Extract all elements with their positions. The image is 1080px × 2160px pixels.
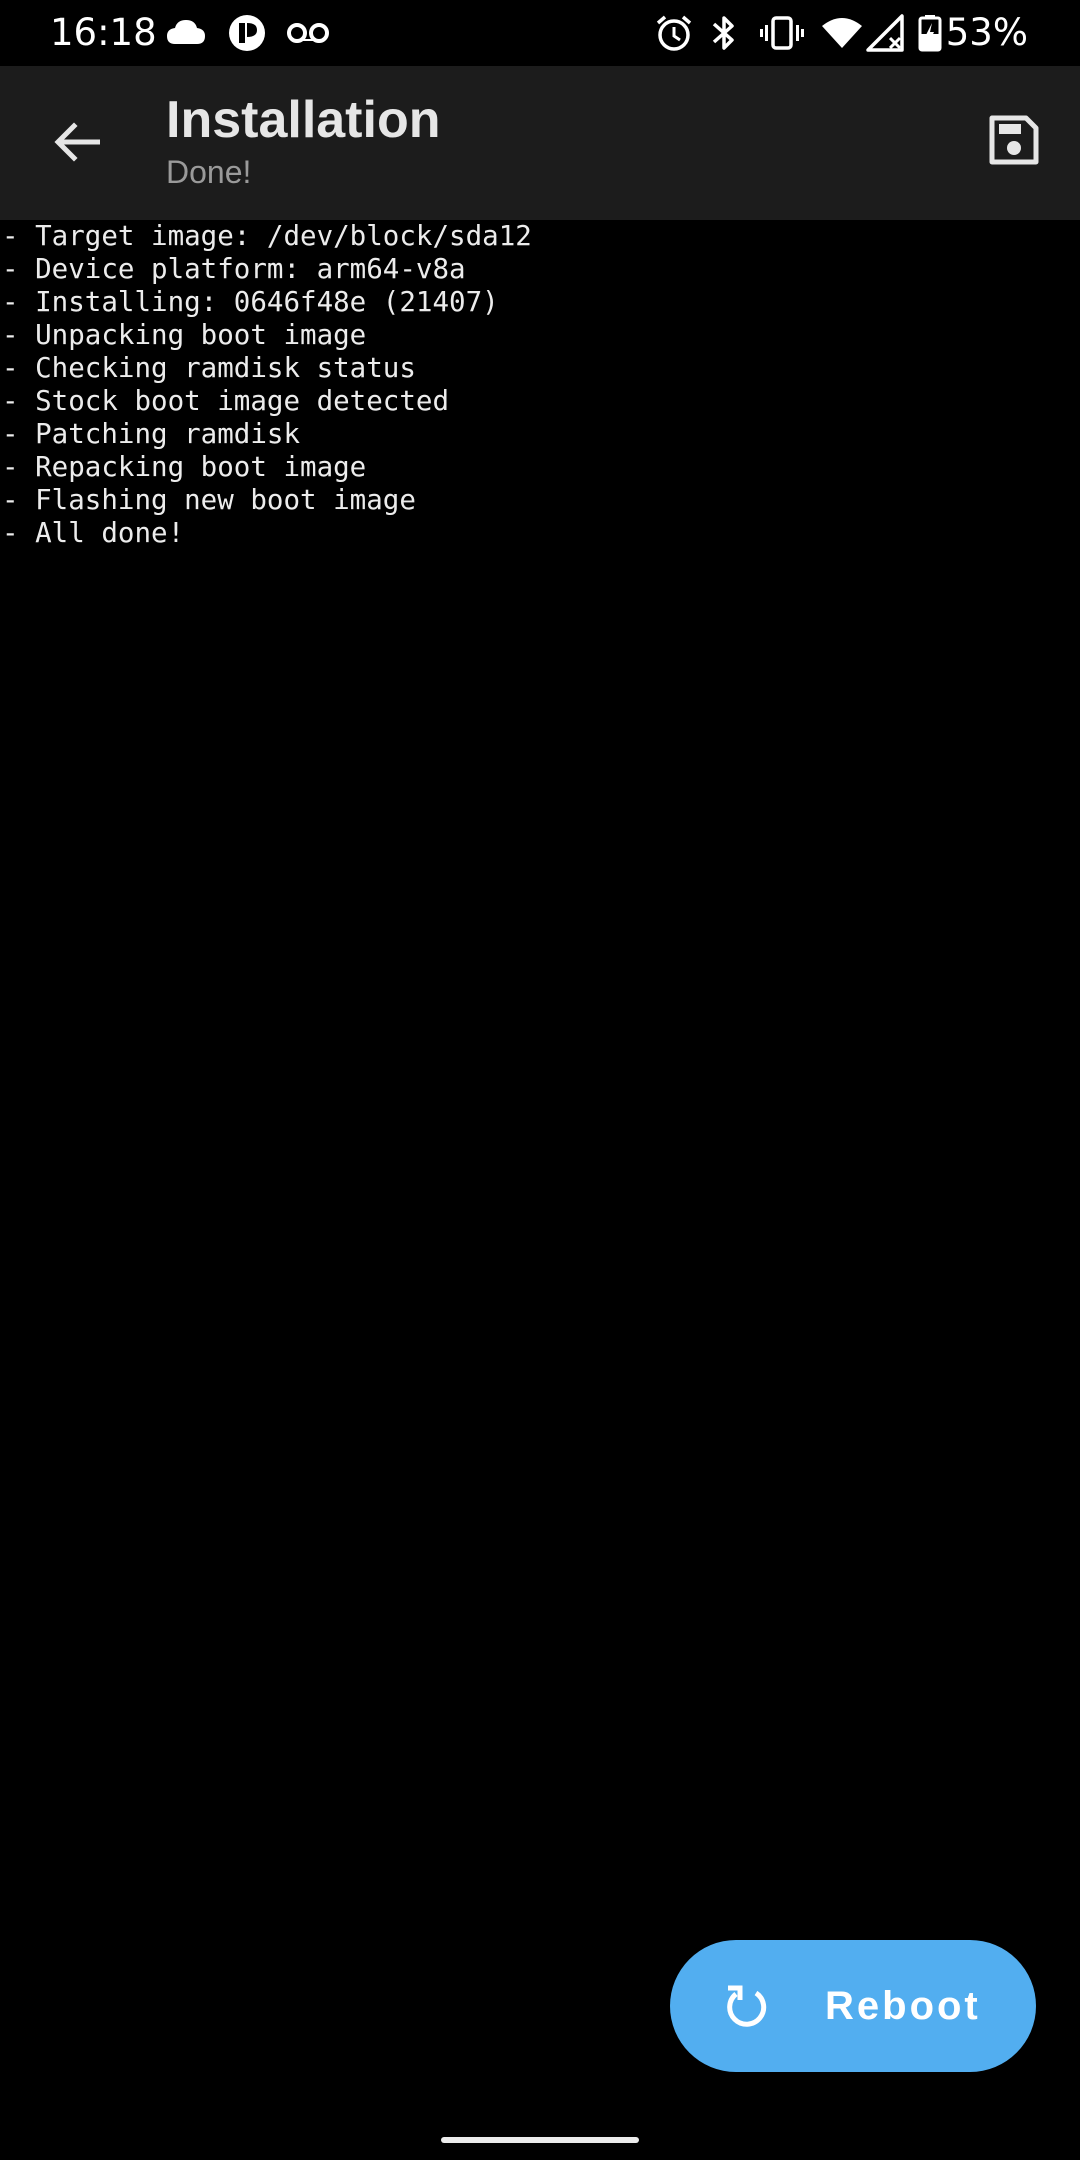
status-time: 16:18 — [50, 11, 157, 54]
page-title: Installation — [166, 91, 441, 149]
log-line: - Flashing new boot image — [2, 484, 416, 516]
log-line: - Checking ramdisk status — [2, 352, 416, 384]
log-line: - Unpacking boot image — [2, 319, 367, 351]
reboot-button[interactable]: Reboot — [670, 1940, 1036, 2072]
log-line: - Patching ramdisk — [2, 418, 301, 450]
log-line: - Installing: 0646f48e (21407) — [2, 286, 499, 318]
log-line: - Stock boot image detected — [2, 385, 450, 417]
restart-icon — [722, 1984, 768, 2030]
app-notification-icon — [227, 14, 267, 52]
alarm-icon — [655, 14, 693, 52]
cloud-icon — [165, 14, 207, 52]
toolbar: Installation Done! — [0, 66, 1080, 220]
log-line: - Repacking boot image — [2, 451, 367, 483]
back-button[interactable] — [30, 104, 126, 184]
install-log: - Target image: /dev/block/sda12 - Devic… — [0, 220, 1080, 1920]
bluetooth-icon — [710, 14, 738, 52]
voicemail-icon — [285, 14, 331, 52]
wifi-icon — [820, 14, 864, 52]
log-line: - Target image: /dev/block/sda12 — [2, 220, 532, 252]
log-line: - All done! — [2, 517, 185, 549]
log-line: - Device platform: arm64-v8a — [2, 253, 466, 285]
arrow-left-icon — [52, 121, 104, 167]
save-log-button[interactable] — [974, 102, 1054, 182]
save-icon — [988, 114, 1040, 171]
vibrate-icon — [760, 14, 804, 52]
battery-percent: 53% — [945, 11, 1028, 54]
cellular-no-data-icon — [866, 14, 904, 52]
status-bar: 16:18 53% — [0, 0, 1080, 66]
gesture-nav-handle[interactable] — [441, 2137, 639, 2143]
reboot-label: Reboot — [825, 1984, 981, 2028]
page-subtitle: Done! — [166, 154, 252, 190]
title-block: Installation Done! — [166, 90, 440, 192]
battery-charging-icon — [918, 14, 942, 52]
